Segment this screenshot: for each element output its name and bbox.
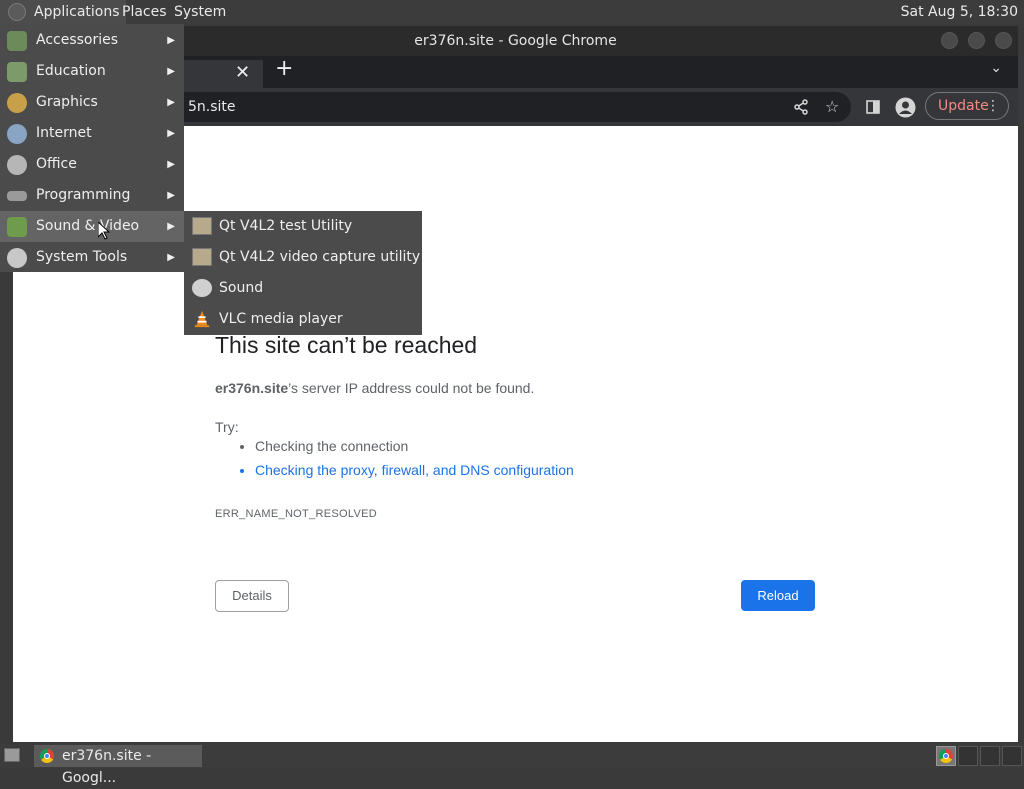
submenu-arrow-icon: ▶	[167, 128, 175, 139]
menu-item-system-tools[interactable]: System Tools ▶	[0, 242, 184, 273]
submenu-item-qvidcap[interactable]: Qt V4L2 video capture utility	[184, 242, 422, 273]
submenu-item-sound[interactable]: Sound	[184, 273, 422, 304]
distro-logo-icon	[8, 3, 26, 21]
menu-item-label: System Tools	[36, 249, 128, 265]
show-desktop-icon[interactable]	[4, 748, 20, 762]
details-button[interactable]: Details	[215, 580, 289, 612]
submenu-arrow-icon: ▶	[167, 190, 175, 201]
applications-menu-label: Applications	[34, 4, 120, 20]
menu-item-programming[interactable]: Programming ▶	[0, 180, 184, 211]
menu-item-sound-video[interactable]: Sound & Video ▶	[0, 211, 184, 242]
applications-dropdown: Accessories ▶ Education ▶ Graphics ▶ Intern…	[0, 24, 184, 272]
applications-menu[interactable]: Applications	[0, 0, 126, 24]
menu-item-label: Office	[36, 156, 77, 172]
top-panel: Applications Places System Sat Aug 5, 18…	[0, 0, 1024, 24]
places-menu-label: Places	[122, 4, 167, 20]
office-icon	[7, 155, 27, 175]
qvidcap-icon	[192, 248, 212, 266]
clock[interactable]: Sat Aug 5, 18:30	[901, 0, 1018, 24]
menu-item-label: Graphics	[36, 94, 98, 110]
submenu-arrow-icon: ▶	[167, 252, 175, 263]
mouse-cursor-icon	[98, 222, 110, 240]
menu-item-graphics[interactable]: Graphics ▶	[0, 87, 184, 118]
chevron-down-icon[interactable]: ⌄	[990, 60, 1002, 76]
menu-item-label: Sound & Video	[36, 218, 140, 234]
menu-item-label: Accessories	[36, 32, 119, 48]
submenu-item-qv4l2[interactable]: Qt V4L2 test Utility	[184, 211, 422, 242]
system-tools-icon	[7, 248, 27, 268]
graphics-icon	[7, 93, 27, 113]
submenu-item-label: Qt V4L2 test Utility	[219, 218, 353, 234]
workspace-4[interactable]	[1002, 746, 1022, 766]
internet-icon	[7, 124, 27, 144]
menu-item-label: Programming	[36, 187, 131, 203]
submenu-item-label: VLC media player	[219, 311, 343, 327]
programming-icon	[7, 191, 27, 201]
taskbar-chrome-window[interactable]: er376n.site - Googl...	[34, 745, 202, 786]
more-vertical-icon[interactable]: ⋮	[986, 93, 1000, 119]
menu-item-label: Internet	[36, 125, 92, 141]
side-panel-icon[interactable]	[866, 100, 880, 114]
menu-item-office[interactable]: Office ▶	[0, 149, 184, 180]
close-window-button[interactable]	[995, 32, 1012, 49]
profile-avatar-icon[interactable]	[895, 97, 916, 118]
error-code: ERR_NAME_NOT_RESOLVED	[215, 508, 377, 520]
update-button-label: Update	[938, 98, 989, 114]
workspace-switcher[interactable]	[936, 746, 956, 766]
submenu-item-label: Sound	[219, 280, 264, 296]
submenu-arrow-icon: ▶	[167, 35, 175, 46]
maximize-button[interactable]	[968, 32, 985, 49]
menu-item-internet[interactable]: Internet ▶	[0, 118, 184, 149]
menu-item-education[interactable]: Education ▶	[0, 56, 184, 87]
education-icon	[7, 62, 27, 82]
taskbar-window-label: er376n.site - Googl...	[62, 748, 152, 786]
suggestion-list: Checking the connection Checking the pro…	[215, 434, 574, 482]
vlc-icon	[194, 310, 210, 328]
error-description: er376n.site’s server IP address could no…	[215, 380, 534, 396]
error-host: er376n.site	[215, 380, 289, 396]
submenu-item-label: Qt V4L2 video capture utility	[219, 249, 421, 265]
submenu-arrow-icon: ▶	[167, 221, 175, 232]
try-label: Try:	[215, 419, 239, 435]
chrome-icon	[939, 749, 953, 763]
submenu-arrow-icon: ▶	[167, 159, 175, 170]
submenu-item-vlc[interactable]: VLC media player	[184, 304, 422, 335]
chrome-icon	[40, 749, 54, 763]
update-button[interactable]: Update ⋮	[925, 92, 1009, 120]
minimize-button[interactable]	[941, 32, 958, 49]
system-menu-label: System	[174, 4, 227, 20]
error-description-text: ’s server IP address could not be found.	[288, 380, 535, 396]
menu-item-label: Education	[36, 63, 106, 79]
suggestion-link[interactable]: Checking the proxy, firewall, and DNS co…	[255, 458, 574, 482]
error-title: This site can’t be reached	[215, 332, 478, 358]
share-icon[interactable]	[793, 99, 809, 115]
bookmark-star-icon[interactable]: ☆	[825, 92, 839, 122]
accessories-icon	[7, 31, 27, 51]
qv4l2-icon	[192, 217, 212, 235]
url-text: 5n.site	[188, 99, 236, 115]
new-tab-icon[interactable]: +	[275, 56, 293, 81]
bottom-panel: er376n.site - Googl...	[0, 744, 1024, 786]
window-title: er376n.site - Google Chrome	[414, 33, 617, 49]
workspace-2[interactable]	[958, 746, 978, 766]
close-tab-icon[interactable]: ✕	[235, 62, 250, 83]
sound-icon	[192, 279, 212, 297]
submenu-arrow-icon: ▶	[167, 66, 175, 77]
places-menu[interactable]: Places	[116, 0, 173, 24]
system-menu[interactable]: System	[168, 0, 232, 24]
workspace-3[interactable]	[980, 746, 1000, 766]
menu-item-accessories[interactable]: Accessories ▶	[0, 25, 184, 56]
sound-video-icon	[7, 217, 27, 237]
reload-button[interactable]: Reload	[741, 580, 815, 611]
submenu-arrow-icon: ▶	[167, 97, 175, 108]
suggestion-item: Checking the connection	[255, 434, 574, 458]
sound-video-submenu: Qt V4L2 test Utility Qt V4L2 video captu…	[184, 211, 422, 335]
